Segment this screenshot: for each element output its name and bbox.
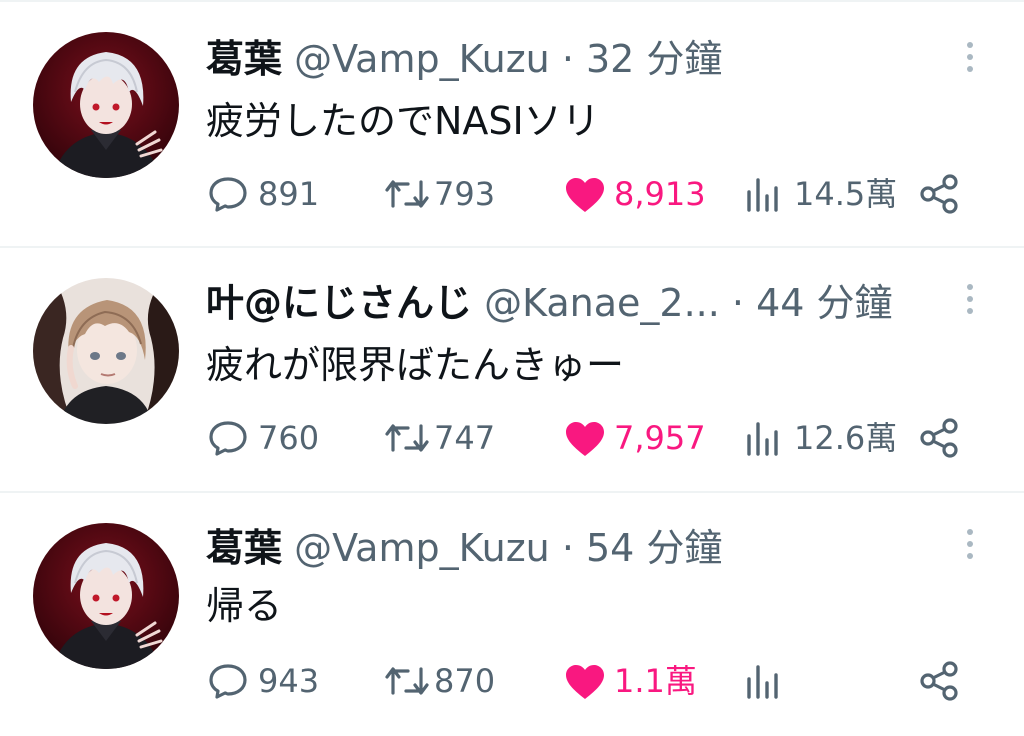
share-icon: [920, 661, 958, 701]
heart-icon: [566, 178, 604, 212]
timestamp[interactable]: 44 分鐘: [756, 281, 892, 325]
views-button[interactable]: [744, 659, 904, 703]
user-handle[interactable]: @Vamp_Kuzu: [294, 526, 550, 570]
like-count: 7,957: [614, 419, 706, 457]
share-button[interactable]: [918, 418, 962, 462]
reply-count: 891: [258, 175, 320, 213]
share-icon: [920, 418, 958, 458]
share-icon: [920, 174, 958, 214]
retweet-button[interactable]: 793: [384, 172, 534, 216]
like-button[interactable]: 8,913: [564, 172, 724, 216]
reply-count: 943: [258, 662, 320, 700]
tweet-header: 葛葉 @Vamp_Kuzu · 54 分鐘: [206, 523, 722, 573]
retweet-icon: [385, 667, 429, 695]
reply-button[interactable]: 760: [208, 416, 358, 460]
tweet-header: 叶@にじさんじ @Kanae_2... · 44 分鐘: [206, 278, 893, 328]
views-icon: [747, 178, 778, 212]
tweet-text: 帰る: [206, 584, 283, 628]
like-count: 8,913: [614, 175, 706, 213]
views-icon: [747, 665, 778, 699]
display-name[interactable]: 叶@にじさんじ: [206, 281, 472, 325]
views-button[interactable]: 12.6萬: [744, 416, 904, 460]
retweet-button[interactable]: 747: [384, 416, 534, 460]
avatar[interactable]: [33, 32, 179, 178]
views-count: 12.6萬: [794, 419, 898, 457]
reply-icon: [209, 177, 247, 212]
views-button[interactable]: 14.5萬: [744, 172, 904, 216]
like-button[interactable]: 7,957: [564, 416, 724, 460]
display-name[interactable]: 葛葉: [206, 37, 282, 81]
retweet-icon: [385, 424, 429, 452]
reply-count: 760: [258, 419, 320, 457]
timestamp[interactable]: 54 分鐘: [586, 526, 722, 570]
share-button[interactable]: [918, 174, 962, 218]
share-button[interactable]: [918, 661, 962, 705]
more-icon[interactable]: [958, 38, 982, 82]
more-icon[interactable]: [958, 525, 982, 569]
tweet-text: 疲れが限界ばたんきゅー: [206, 343, 625, 387]
timestamp[interactable]: 32 分鐘: [586, 37, 722, 81]
reply-icon: [209, 664, 247, 699]
retweet-count: 793: [434, 175, 496, 213]
reply-icon: [209, 421, 247, 456]
tweet-text: 疲労したのでNASIソリ: [206, 99, 600, 143]
separator: ·: [731, 281, 744, 325]
like-button[interactable]: 1.1萬: [564, 659, 724, 703]
tweet-header: 葛葉 @Vamp_Kuzu · 32 分鐘: [206, 34, 722, 84]
heart-icon: [566, 665, 604, 699]
tweet[interactable]: 葛葉 @Vamp_Kuzu · 54 分鐘 帰る 943 870 1.1萬: [0, 493, 1024, 736]
separator: ·: [561, 37, 574, 81]
user-handle[interactable]: @Vamp_Kuzu: [294, 37, 550, 81]
more-icon[interactable]: [958, 280, 982, 324]
views-icon: [747, 422, 778, 456]
retweet-button[interactable]: 870: [384, 659, 534, 703]
reply-button[interactable]: 943: [208, 659, 358, 703]
avatar[interactable]: [33, 278, 179, 424]
heart-icon: [566, 422, 604, 456]
tweet[interactable]: 葛葉 @Vamp_Kuzu · 32 分鐘 疲労したのでNASIソリ 891 7…: [0, 2, 1024, 247]
avatar[interactable]: [33, 523, 179, 669]
tweet[interactable]: 叶@にじさんじ @Kanae_2... · 44 分鐘 疲れが限界ばたんきゅー …: [0, 248, 1024, 491]
separator: ·: [561, 526, 574, 570]
retweet-count: 747: [434, 419, 496, 457]
user-handle[interactable]: @Kanae_2...: [484, 281, 720, 325]
timeline-feed: 葛葉 @Vamp_Kuzu · 32 分鐘 疲労したのでNASIソリ 891 7…: [0, 0, 1024, 736]
retweet-icon: [385, 180, 429, 208]
retweet-count: 870: [434, 662, 496, 700]
views-count: 14.5萬: [794, 175, 898, 213]
display-name[interactable]: 葛葉: [206, 526, 282, 570]
like-count: 1.1萬: [614, 662, 697, 700]
reply-button[interactable]: 891: [208, 172, 358, 216]
